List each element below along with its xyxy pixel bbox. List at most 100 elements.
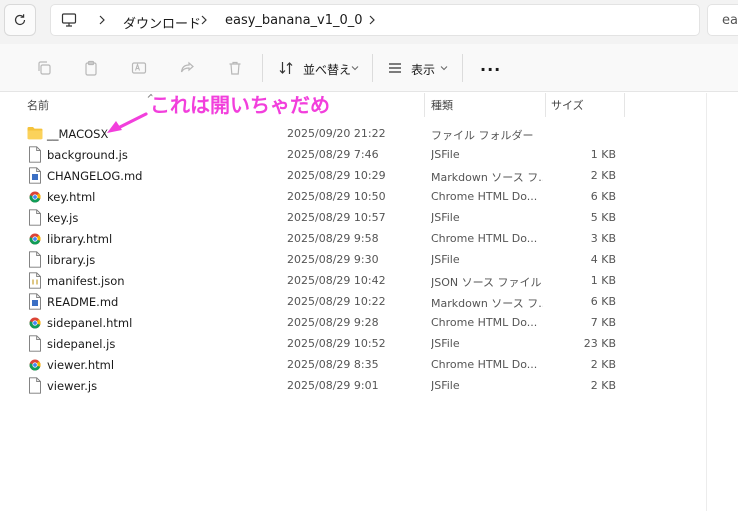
chevron-right-icon bbox=[99, 15, 105, 25]
annotation-arrow-icon bbox=[105, 111, 148, 135]
file-type: JSFile bbox=[431, 148, 460, 161]
view-icon-wrap[interactable] bbox=[385, 58, 405, 78]
share-button[interactable] bbox=[177, 58, 197, 78]
share-icon bbox=[180, 61, 194, 73]
file-icon bbox=[28, 251, 42, 268]
file-date: 2025/08/29 10:42 bbox=[287, 274, 386, 287]
sort-icon bbox=[279, 62, 293, 74]
table-row[interactable]: README.md 2025/08/29 10:22 Markdown ソース フ.… bbox=[0, 291, 706, 312]
paste-icon bbox=[85, 60, 97, 76]
table-row[interactable]: key.html 2025/08/29 10:50 Chrome HTML Do..… bbox=[0, 186, 706, 207]
table-row[interactable]: viewer.html 2025/08/29 8:35 Chrome HTML Do… bbox=[0, 354, 706, 375]
table-row[interactable]: sidepanel.html 2025/08/29 9:28 Chrome HTML… bbox=[0, 312, 706, 333]
column-type[interactable]: 種類 bbox=[431, 97, 453, 113]
file-size: 6 KB bbox=[590, 190, 616, 203]
file-date: 2025/08/29 9:30 bbox=[287, 253, 379, 266]
markdown-file-icon bbox=[28, 167, 42, 184]
more-options-button[interactable]: ... bbox=[480, 56, 501, 75]
file-date: 2025/08/29 10:29 bbox=[287, 169, 386, 182]
file-name: library.js bbox=[47, 253, 96, 267]
chevron-down-icon bbox=[440, 66, 448, 71]
file-icon bbox=[28, 377, 42, 394]
table-row[interactable]: manifest.json 2025/08/29 10:42 JSON ソース ファ… bbox=[0, 270, 706, 291]
file-icon bbox=[28, 209, 42, 226]
chrome-html-icon bbox=[28, 356, 42, 373]
file-date: 2025/08/29 9:28 bbox=[287, 316, 379, 329]
json-file-icon bbox=[28, 272, 42, 289]
chrome-html-icon bbox=[28, 188, 42, 205]
table-row[interactable]: library.html 2025/08/29 9:58 Chrome HTML D… bbox=[0, 228, 706, 249]
delete-button[interactable] bbox=[225, 58, 245, 78]
view-list-icon bbox=[389, 63, 401, 73]
file-date: 2025/08/29 7:46 bbox=[287, 148, 379, 161]
file-size: 2 KB bbox=[590, 379, 616, 392]
table-row[interactable]: library.js 2025/08/29 9:30 JSFile 4 KB bbox=[0, 249, 706, 270]
table-row[interactable]: CHANGELOG.md 2025/08/29 10:29 Markdown ソース… bbox=[0, 165, 706, 186]
refresh-icon bbox=[14, 14, 26, 26]
file-name: sidepanel.html bbox=[47, 316, 133, 330]
file-date: 2025/08/29 9:01 bbox=[287, 379, 379, 392]
file-type: JSFile bbox=[431, 379, 460, 392]
chevron-down-icon bbox=[351, 66, 359, 71]
file-size: 3 KB bbox=[590, 232, 616, 245]
address-bar-row: ダウンロード easy_banana_v1_0_0 ea bbox=[0, 0, 738, 44]
copy-icon bbox=[38, 61, 51, 75]
search-placeholder: ea bbox=[722, 13, 738, 28]
sort-button[interactable]: 並べ替え bbox=[303, 61, 351, 78]
search-input[interactable]: ea bbox=[707, 4, 738, 36]
table-row[interactable]: viewer.js 2025/08/29 9:01 JSFile 2 KB bbox=[0, 375, 706, 396]
file-size: 1 KB bbox=[590, 148, 616, 161]
file-size: 6 KB bbox=[590, 295, 616, 308]
copy-button[interactable] bbox=[34, 58, 54, 78]
file-type: Markdown ソース フ... bbox=[431, 297, 543, 310]
file-size: 2 KB bbox=[590, 358, 616, 371]
table-row[interactable]: key.js 2025/08/29 10:57 JSFile 5 KB bbox=[0, 207, 706, 228]
file-name: __MACOSX bbox=[47, 127, 109, 141]
column-separator[interactable] bbox=[545, 93, 546, 117]
toolbar-separator bbox=[372, 54, 373, 82]
file-type: Markdown ソース フ... bbox=[431, 171, 543, 184]
breadcrumb-current-folder[interactable]: easy_banana_v1_0_0 bbox=[225, 13, 363, 28]
column-size[interactable]: サイズ bbox=[551, 97, 584, 113]
chrome-html-icon bbox=[28, 230, 42, 247]
file-date: 2025/08/29 9:58 bbox=[287, 232, 379, 245]
table-row[interactable]: sidepanel.js 2025/08/29 10:52 JSFile 23 KB bbox=[0, 333, 706, 354]
file-icon bbox=[28, 146, 42, 163]
toolbar-separator bbox=[462, 54, 463, 82]
folder-icon bbox=[27, 126, 43, 143]
file-name: key.js bbox=[47, 211, 79, 225]
file-name: sidepanel.js bbox=[47, 337, 116, 351]
file-type: ファイル フォルダー bbox=[431, 129, 534, 142]
table-row[interactable]: background.js 2025/08/29 7:46 JSFile 1 KB bbox=[0, 144, 706, 165]
chevron-right-icon[interactable] bbox=[367, 13, 377, 27]
file-type: Chrome HTML Do... bbox=[431, 358, 538, 371]
chrome-html-icon bbox=[28, 314, 42, 331]
file-size: 2 KB bbox=[590, 169, 616, 182]
file-icon bbox=[28, 335, 42, 352]
paste-button[interactable] bbox=[81, 58, 101, 78]
file-type: Chrome HTML Do... bbox=[431, 316, 538, 329]
file-size: 7 KB bbox=[590, 316, 616, 329]
file-size: 23 KB bbox=[583, 337, 616, 350]
view-button[interactable]: 表示 bbox=[411, 61, 435, 78]
pane-divider bbox=[706, 93, 707, 511]
refresh-button[interactable] bbox=[4, 4, 36, 36]
file-name: library.html bbox=[47, 232, 113, 246]
file-type: Chrome HTML Do... bbox=[431, 190, 538, 203]
file-type: JSFile bbox=[431, 211, 460, 224]
file-type: Chrome HTML Do... bbox=[431, 232, 538, 245]
file-date: 2025/08/29 8:35 bbox=[287, 358, 379, 371]
sort-icon-wrap[interactable] bbox=[276, 58, 296, 78]
markdown-file-icon bbox=[28, 293, 42, 310]
file-name: viewer.js bbox=[47, 379, 98, 393]
address-bar[interactable]: ダウンロード easy_banana_v1_0_0 bbox=[50, 4, 700, 36]
rename-button[interactable] bbox=[129, 58, 149, 78]
column-separator[interactable] bbox=[624, 93, 625, 117]
column-name[interactable]: 名前 bbox=[27, 97, 49, 113]
file-name: manifest.json bbox=[47, 274, 125, 288]
column-separator[interactable] bbox=[424, 93, 425, 117]
file-date: 2025/09/20 21:22 bbox=[287, 127, 386, 140]
command-bar: 並べ替え 表示 ... bbox=[0, 44, 738, 92]
breadcrumb-downloads[interactable]: ダウンロード bbox=[123, 13, 201, 32]
annotation-warning-text: これは開いちゃだめ bbox=[150, 93, 330, 117]
